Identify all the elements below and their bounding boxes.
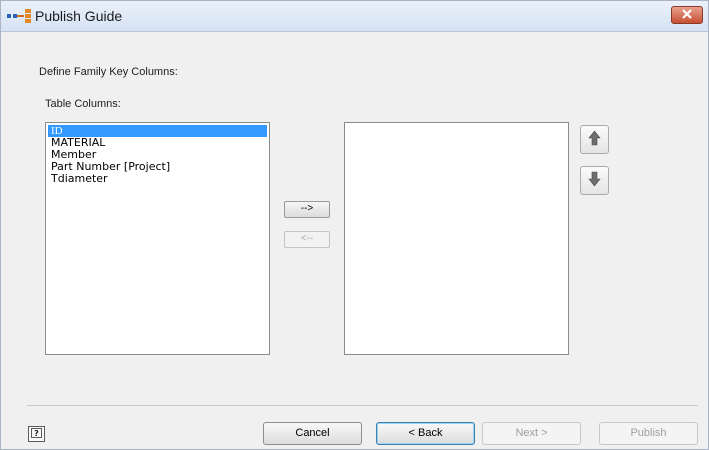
publish-button[interactable]: Publish <box>599 422 698 445</box>
remove-column-button[interactable]: <-- <box>284 231 330 248</box>
close-button[interactable] <box>671 6 703 24</box>
back-button[interactable]: < Back <box>376 422 475 445</box>
app-icon <box>7 9 33 23</box>
table-columns-listbox[interactable]: ID MATERIAL Member Part Number [Project] Tdi… <box>45 122 270 355</box>
add-column-button[interactable]: --> <box>284 201 330 218</box>
table-columns-label: Table Columns: <box>45 98 121 110</box>
next-button[interactable]: Next > <box>482 422 581 445</box>
cancel-button[interactable]: Cancel <box>263 422 362 445</box>
help-button[interactable]: ? <box>28 426 45 442</box>
table-column-item[interactable]: Tdiameter <box>48 173 267 185</box>
family-key-heading: Define Family Key Columns: <box>39 66 178 78</box>
move-down-button[interactable] <box>580 166 609 195</box>
arrow-up-icon <box>588 130 601 149</box>
window-title: Publish Guide <box>35 8 123 24</box>
move-up-button[interactable] <box>580 125 609 154</box>
help-icon: ? <box>31 427 42 441</box>
arrow-down-icon <box>588 171 601 190</box>
close-icon <box>681 8 693 22</box>
footer-divider <box>27 405 698 406</box>
family-key-columns-listbox[interactable] <box>344 122 569 355</box>
title-bar: Publish Guide <box>1 1 708 32</box>
svg-text:?: ? <box>34 429 39 438</box>
publish-guide-dialog: Publish Guide Define Family Key Columns:… <box>0 0 709 450</box>
